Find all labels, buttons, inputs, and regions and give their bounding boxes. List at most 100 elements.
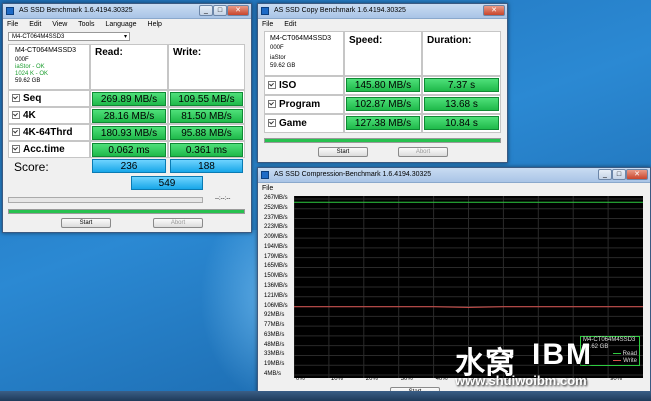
compression-titlebar[interactable]: AS SSD Compression-Benchmark 1.6.4194.30… [258,168,650,183]
duration-header-cell: Duration: [422,31,501,76]
drive-select[interactable]: M4-CT064M4SSD3 ▾ [8,32,130,41]
checkbox-game[interactable] [268,119,276,128]
watermark-brand: IBM [532,338,593,371]
4k-label-text: 4K [23,110,36,121]
app-icon [261,7,269,15]
row-4k64-label[interactable]: 4K-64Thrd [12,127,72,138]
acc-read-value: 0.062 ms [92,143,166,157]
close-button[interactable]: ✕ [227,5,249,16]
row-4k64-label-cell: 4K-64Thrd [8,124,90,141]
minimize-button[interactable]: _ [598,169,612,180]
score-read: 236 [92,159,166,173]
menu-language[interactable]: Language [105,21,136,28]
drive-select-value: M4-CT064M4SSD3 [12,34,65,40]
menu-edit[interactable]: Edit [29,21,41,28]
minimize-button[interactable]: _ [199,5,213,16]
y-tick-label: 165MB/s [264,263,288,270]
y-tick-label: 194MB/s [264,243,288,250]
y-tick-label: 136MB/s [264,283,288,289]
4k-write-value: 81.50 MB/s [170,109,243,123]
y-tick-label: 237MB/s [264,214,288,221]
menu-file[interactable]: File [262,21,273,28]
iso-label-text: ISO [279,80,297,91]
maximize-button[interactable]: □ [612,169,626,180]
y-tick-label: 4MB/s [264,371,282,377]
menu-file[interactable]: File [262,185,273,192]
copy-title: AS SSD Copy Benchmark 1.6.4194.30325 [274,7,406,14]
game-duration-value: 10.84 s [424,116,499,130]
copy-titlebar[interactable]: AS SSD Copy Benchmark 1.6.4194.30325 ✕ [258,4,507,19]
read-header: Read: [95,47,123,58]
speed-header-cell: Speed: [344,31,422,76]
legend-write-swatch [613,359,622,361]
abort-button[interactable]: Abort [153,218,203,228]
menu-view[interactable]: View [52,21,67,28]
checkbox-acc[interactable] [12,145,20,154]
time-track [8,197,203,203]
4k64-write-value: 95.88 MB/s [170,126,243,140]
row-game-label[interactable]: Game [268,118,307,129]
y-tick-label: 77MB/s [264,322,285,329]
maximize-button[interactable]: □ [213,5,227,16]
iso-speed-value: 145.80 MB/s [346,78,420,92]
copy-menubar: File Edit [258,19,507,31]
score-label: Score: [14,160,49,174]
benchmark-titlebar[interactable]: AS SSD Benchmark 1.6.4194.30325 _ □ ✕ [3,4,251,19]
alignment-status: 1024 K - OK [15,71,49,77]
start-button[interactable]: Start [61,218,111,228]
row-seq-label[interactable]: Seq [12,93,41,104]
menu-tools[interactable]: Tools [78,21,94,28]
copy-abort-button[interactable]: Abort [398,147,448,157]
row-iso-label[interactable]: ISO [268,80,296,91]
copy-window: AS SSD Copy Benchmark 1.6.4194.30325 ✕ F… [257,3,508,163]
x-tick-label: 30% [400,376,413,382]
copy-drive-model: M4-CT064M4SSD3 [270,35,332,42]
checkbox-iso[interactable] [268,81,276,90]
checkbox-program[interactable] [268,100,276,109]
row-iso-label-cell: ISO [264,76,344,95]
row-4k-label[interactable]: 4K [12,110,36,121]
seq-read-value: 269.89 MB/s [92,92,166,106]
app-icon [261,171,269,179]
benchmark-window: AS SSD Benchmark 1.6.4194.30325 _ □ ✕ Fi… [2,3,252,233]
acc-label-text: Acc.time [23,144,65,155]
legend-read-swatch [612,352,621,354]
drive-info-panel: M4-CT064M4SSD3 000F iaStor - OK 1024 K -… [8,44,90,90]
row-game-label-cell: Game [264,114,344,133]
chevron-down-icon: ▾ [123,34,127,40]
legend-write-entry: Write [613,358,637,365]
menu-help[interactable]: Help [148,21,162,28]
copy-progress-bar [264,138,501,143]
row-program-label[interactable]: Program [268,99,320,110]
y-axis-labels: 267MB/s 252MB/s 237MB/s 223MB/s 209MB/s 194MB… [264,195,294,378]
copy-drive-info-panel: M4-CT064M4SSD3 000F iaStor 59.62 GB [264,31,344,76]
program-label-text: Program [279,99,321,110]
x-tick-label: 90% [610,376,623,382]
close-button[interactable]: ✕ [483,5,505,16]
checkbox-4k[interactable] [12,111,20,120]
row-acc-label[interactable]: Acc.time [12,144,65,155]
row-acc-label-cell: Acc.time [8,141,90,158]
row-program-label-cell: Program [264,95,344,114]
copy-start-button[interactable]: Start [318,147,368,157]
benchmark-title: AS SSD Benchmark 1.6.4194.30325 [19,7,133,14]
y-tick-label: 179MB/s [264,253,288,260]
driver-status: iaStor - OK [15,64,45,70]
menu-file[interactable]: File [7,21,18,28]
menu-edit[interactable]: Edit [284,21,296,28]
speed-header: Speed: [349,35,383,46]
y-tick-label: 223MB/s [264,224,288,231]
app-icon [6,7,14,15]
y-tick-label: 121MB/s [264,292,288,299]
drive-firmware: 000F [15,57,29,63]
row-seq-label-cell: Seq [8,90,90,107]
checkbox-seq[interactable] [12,94,20,103]
y-tick-label: 106MB/s [264,302,288,309]
compression-menubar: File [258,183,650,195]
read-header-cell: Read: [90,44,168,90]
checkbox-4k64[interactable] [12,128,20,137]
acc-write-value: 0.361 ms [170,143,243,157]
close-button[interactable]: ✕ [626,169,648,180]
write-header-cell: Write: [168,44,245,90]
4k64-read-value: 180.93 MB/s [92,126,166,140]
